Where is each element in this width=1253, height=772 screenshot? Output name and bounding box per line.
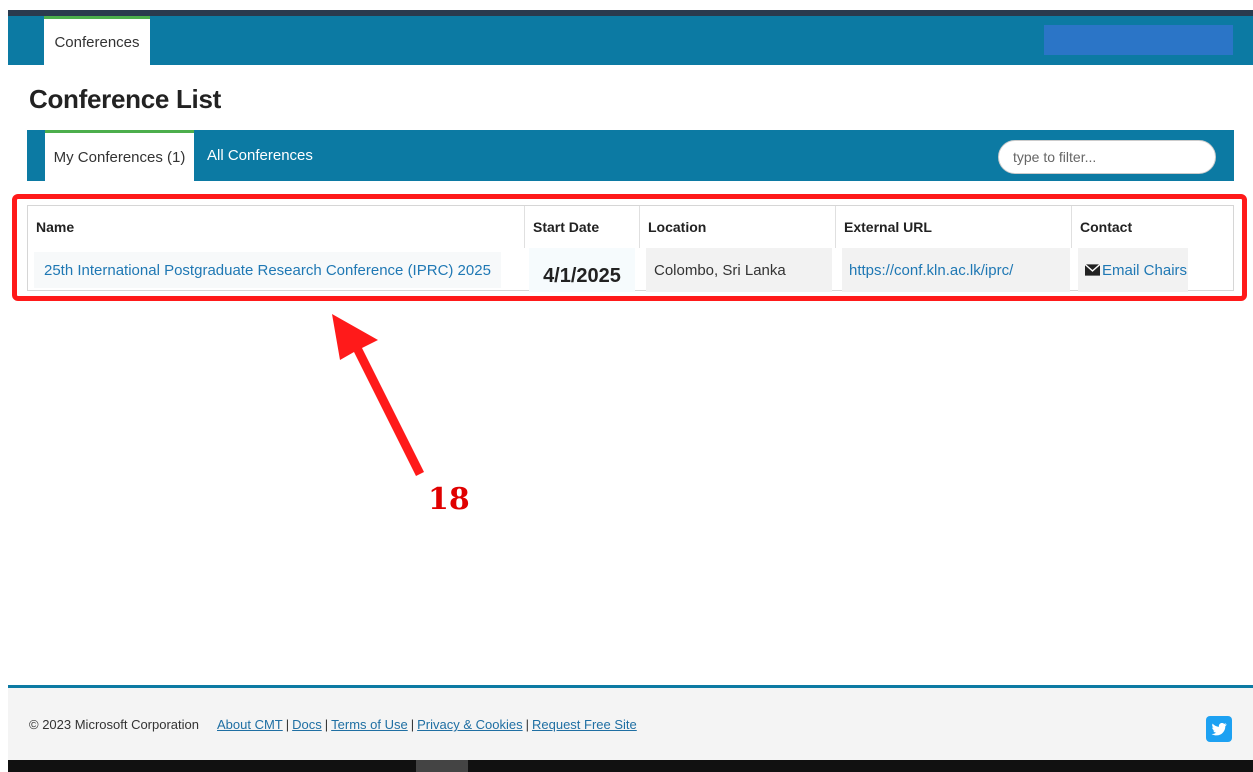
footer-links: About CMT | Docs | Terms of Use | Privacy & Co… <box>217 717 637 732</box>
footer-link-terms[interactable]: Terms of Use <box>331 717 408 732</box>
tab-all-conferences[interactable]: All Conferences <box>207 130 313 181</box>
tab-label: All Conferences <box>207 147 313 164</box>
taskbar <box>8 760 1253 772</box>
annotation-highlight-box <box>12 194 1247 301</box>
footer-link-privacy[interactable]: Privacy & Cookies <box>417 717 522 732</box>
footer-link-request-site[interactable]: Request Free Site <box>532 717 637 732</box>
filter-input[interactable] <box>998 140 1216 174</box>
page-title: Conference List <box>29 84 221 114</box>
annotation-arrow-icon <box>332 314 424 476</box>
twitter-bird-icon <box>1211 722 1227 736</box>
taskbar-item[interactable] <box>416 760 468 772</box>
tab-label: My Conferences (1) <box>53 148 186 166</box>
user-menu[interactable] <box>1044 25 1233 55</box>
top-navbar: Conferences <box>8 10 1253 65</box>
footer-link-about[interactable]: About CMT <box>217 717 283 732</box>
footer: © 2023 Microsoft Corporation About CMT | D… <box>8 685 1253 760</box>
footer-link-docs[interactable]: Docs <box>292 717 322 732</box>
top-strip <box>8 0 1253 10</box>
conference-tab-bar: My Conferences (1) All Conferences <box>27 130 1234 181</box>
footer-copyright: © 2023 Microsoft Corporation <box>29 717 199 732</box>
tab-my-conferences[interactable]: My Conferences (1) <box>45 130 194 181</box>
nav-tab-label: Conferences <box>54 33 140 51</box>
annotation-number: 18 <box>428 482 470 517</box>
nav-tab-conferences[interactable]: Conferences <box>44 16 150 65</box>
twitter-icon[interactable] <box>1206 716 1232 742</box>
